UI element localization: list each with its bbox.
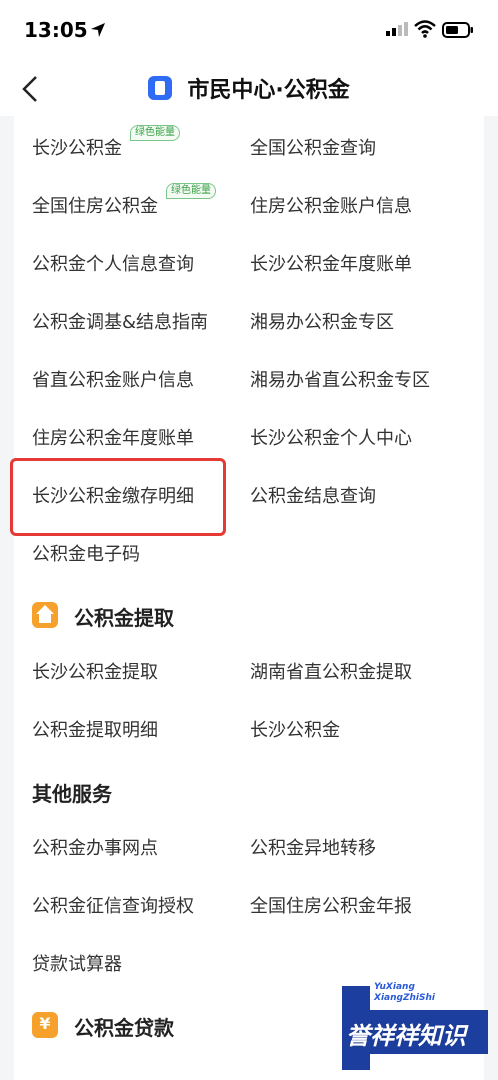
section-title: 公积金贷款 bbox=[74, 1016, 174, 1040]
watermark-line1: YuXiang bbox=[374, 982, 415, 992]
green-energy-badge: 绿色能量 bbox=[130, 125, 180, 141]
battery-icon bbox=[442, 22, 473, 38]
green-energy-badge: 绿色能量 bbox=[166, 183, 216, 199]
service-link[interactable]: 住房公积金年度账单 bbox=[32, 424, 194, 450]
service-list-card: 长沙公积金 绿色能量 全国公积金查询 全国住房公积金 绿色能量 住房公积金账户信… bbox=[14, 116, 484, 1080]
highlight-box bbox=[10, 458, 226, 536]
section-title: 其他服务 bbox=[32, 782, 112, 806]
list-row: 公积金个人信息查询 长沙公积金年度账单 bbox=[14, 236, 484, 294]
service-link[interactable]: 公积金个人信息查询 bbox=[32, 250, 194, 276]
watermark: YuXiang XiangZhiShi 誉祥祥知识 bbox=[340, 980, 490, 1072]
coin-icon bbox=[32, 1012, 58, 1038]
service-link[interactable]: 公积金电子码 bbox=[32, 540, 140, 566]
service-link[interactable]: 公积金异地转移 bbox=[250, 834, 376, 860]
service-link[interactable]: 长沙公积金个人中心 bbox=[250, 424, 412, 450]
service-link[interactable]: 湘易办公积金专区 bbox=[250, 308, 394, 334]
watermark-text: 誉祥祥知识 bbox=[346, 1022, 466, 1050]
service-link[interactable]: 全国公积金查询 bbox=[250, 134, 376, 160]
list-row: 全国住房公积金 绿色能量 住房公积金账户信息 bbox=[14, 178, 484, 236]
status-time: 13:05 bbox=[24, 18, 88, 42]
service-link[interactable]: 公积金办事网点 bbox=[32, 834, 158, 860]
list-row: 公积金办事网点 公积金异地转移 bbox=[14, 820, 484, 878]
page-title: 市民中心·公积金 bbox=[187, 78, 350, 103]
list-row: 公积金提取明细 长沙公积金 bbox=[14, 702, 484, 760]
list-row: 长沙公积金提取 湖南省直公积金提取 bbox=[14, 644, 484, 702]
location-arrow-icon bbox=[91, 23, 105, 37]
house-icon bbox=[32, 602, 58, 628]
service-link[interactable]: 公积金结息查询 bbox=[250, 482, 376, 508]
service-link[interactable]: 长沙公积金 bbox=[250, 716, 340, 742]
list-row: 长沙公积金 绿色能量 全国公积金查询 bbox=[14, 120, 484, 178]
list-row: 省直公积金账户信息 湘易办省直公积金专区 bbox=[14, 352, 484, 410]
service-link[interactable]: 全国住房公积金年报 bbox=[250, 892, 412, 918]
section-title: 公积金提取 bbox=[74, 606, 174, 630]
service-link[interactable]: 公积金征信查询授权 bbox=[32, 892, 194, 918]
nav-bar: 市民中心·公积金 bbox=[0, 62, 498, 116]
app-logo-icon bbox=[148, 76, 173, 100]
status-bar: 13:05 bbox=[0, 0, 498, 62]
watermark-small-text: YuXiang XiangZhiShi bbox=[374, 982, 435, 1004]
service-link[interactable]: 公积金提取明细 bbox=[32, 716, 158, 742]
service-link[interactable]: 贷款试算器 bbox=[32, 950, 122, 976]
list-row: 公积金调基&结息指南 湘易办公积金专区 bbox=[14, 294, 484, 352]
service-link[interactable]: 湘易办省直公积金专区 bbox=[250, 366, 430, 392]
service-link[interactable]: 长沙公积金提取 bbox=[32, 658, 158, 684]
cellular-signal-icon bbox=[386, 22, 408, 36]
service-link[interactable]: 住房公积金账户信息 bbox=[250, 192, 412, 218]
watermark-line2: XiangZhiShi bbox=[374, 993, 435, 1003]
service-link[interactable]: 公积金调基&结息指南 bbox=[32, 308, 208, 334]
service-link[interactable]: 长沙公积金 bbox=[32, 134, 122, 160]
list-row: 公积金征信查询授权 全国住房公积金年报 bbox=[14, 878, 484, 936]
service-link[interactable]: 长沙公积金年度账单 bbox=[250, 250, 412, 276]
service-link[interactable]: 全国住房公积金 bbox=[32, 192, 158, 218]
service-link[interactable]: 省直公积金账户信息 bbox=[32, 366, 194, 392]
nav-title-wrap: 市民中心·公积金 bbox=[0, 72, 498, 104]
service-link[interactable]: 湖南省直公积金提取 bbox=[250, 658, 412, 684]
wifi-icon bbox=[414, 20, 436, 38]
